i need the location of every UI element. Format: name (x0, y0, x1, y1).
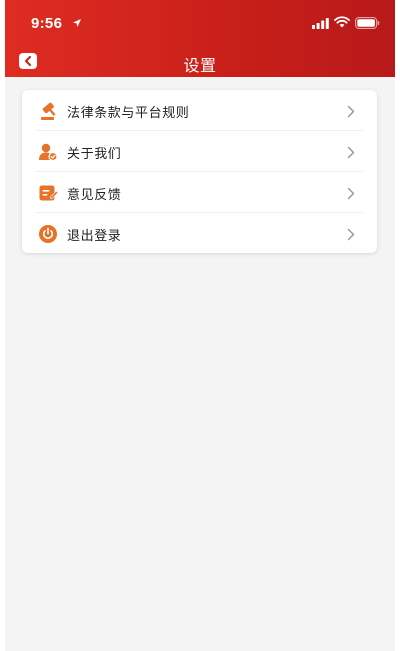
header-bar: 9:56 设置 (5, 0, 395, 77)
location-arrow-icon (73, 19, 81, 27)
page-title: 设置 (183, 56, 217, 75)
settings-menu-card: 法律条款与平台规则 关于我们 意见反馈 退出登录 (22, 90, 377, 253)
chevron-right-icon (347, 105, 355, 118)
menu-item-about-us[interactable]: 关于我们 (22, 131, 377, 172)
chevron-right-icon (347, 146, 355, 159)
battery-icon (355, 17, 380, 29)
menu-item-label: 意见反馈 (67, 188, 122, 203)
menu-item-label: 退出登录 (67, 229, 122, 244)
chevron-right-icon (347, 228, 355, 241)
gavel-icon (41, 102, 56, 120)
user-check-icon (39, 143, 58, 162)
wifi-icon (334, 16, 350, 28)
menu-item-logout[interactable]: 退出登录 (22, 213, 377, 254)
menu-item-legal-terms[interactable]: 法律条款与平台规则 (22, 90, 377, 131)
menu-item-feedback[interactable]: 意见反馈 (22, 172, 377, 213)
phone-screen: 9:56 设置 法律条款与平台规则 关于我们 意见反馈 退出登录 (5, 0, 395, 651)
menu-item-label: 关于我们 (67, 147, 122, 162)
feedback-edit-icon (39, 185, 58, 201)
menu-item-label: 法律条款与平台规则 (67, 106, 190, 121)
power-icon (39, 225, 57, 243)
status-bar: 9:56 (5, 0, 395, 44)
status-time: 9:56 (31, 15, 63, 32)
cellular-signal-icon (312, 18, 329, 29)
chevron-right-icon (347, 187, 355, 200)
